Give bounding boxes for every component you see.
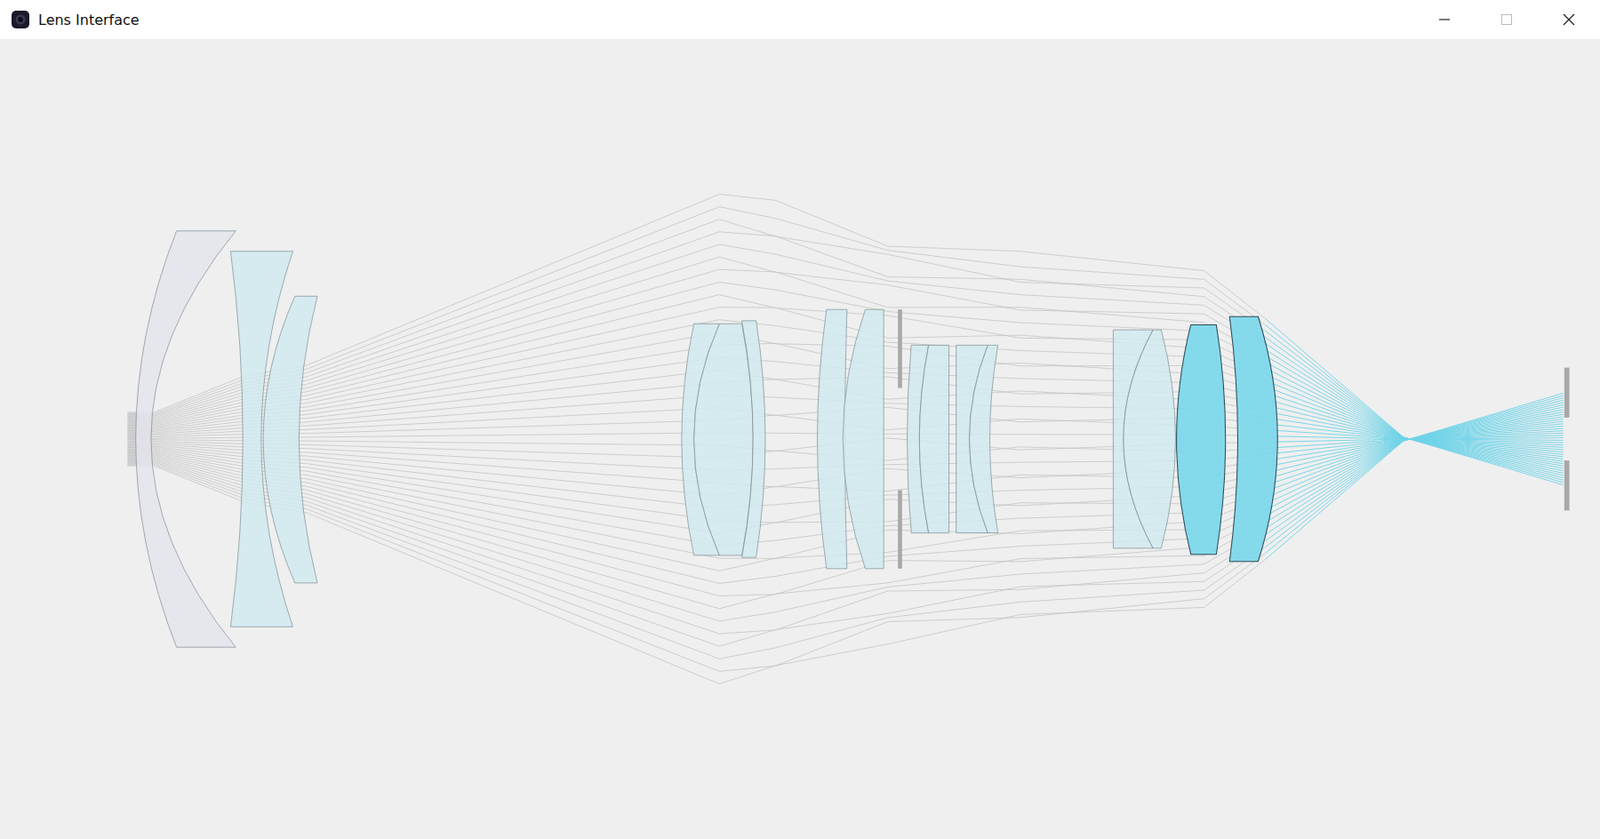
ray — [1264, 432, 1563, 455]
ray — [1264, 319, 1563, 486]
maximize-button[interactable] — [1475, 0, 1538, 40]
ray — [1264, 398, 1563, 548]
ray — [1264, 368, 1563, 466]
ray — [1264, 407, 1563, 523]
minimize-button[interactable] — [1413, 0, 1476, 40]
ray — [1264, 405, 1563, 529]
ray — [1264, 336, 1563, 478]
aperture-stop[interactable] — [897, 489, 903, 568]
app-logo-icon — [10, 9, 31, 30]
window-title: Lens Interface — [38, 11, 1414, 29]
ray — [1264, 431, 1563, 462]
lens-element[interactable] — [969, 344, 999, 533]
ray — [1264, 414, 1563, 504]
lens-elements — [136, 231, 1279, 648]
ray — [1264, 330, 1563, 480]
ray — [1264, 325, 1563, 483]
close-icon — [1561, 12, 1576, 27]
lens-element[interactable] — [136, 231, 236, 648]
optical-layout — [0, 39, 1600, 839]
minimize-icon — [1437, 12, 1452, 27]
lens-element[interactable] — [842, 309, 884, 569]
lens-element[interactable] — [742, 320, 766, 558]
ray — [1264, 421, 1563, 486]
ray-fan — [127, 193, 1563, 684]
lens-element[interactable] — [1229, 316, 1278, 562]
lens-element[interactable] — [694, 323, 754, 556]
ray — [1264, 402, 1563, 536]
lens-element[interactable] — [817, 309, 848, 569]
lens-element[interactable] — [919, 344, 949, 533]
sensor — [1564, 368, 1570, 418]
ray — [1264, 374, 1563, 464]
close-button[interactable] — [1537, 0, 1600, 40]
sensor — [1564, 460, 1570, 511]
lens-canvas[interactable] — [0, 39, 1600, 839]
ray — [1264, 395, 1563, 553]
lens-element[interactable] — [263, 296, 318, 584]
aperture-stop[interactable] — [897, 309, 903, 388]
lens-element[interactable] — [1176, 324, 1226, 554]
ray — [1264, 411, 1563, 450]
ray — [1264, 380, 1563, 462]
title-bar: Lens Interface — [0, 0, 1600, 40]
lens-element[interactable] — [1123, 329, 1176, 549]
ray — [1264, 400, 1563, 541]
maximize-icon — [1499, 12, 1514, 27]
ray — [1264, 428, 1563, 467]
ray — [1264, 419, 1563, 493]
ray — [1264, 392, 1563, 560]
ray — [1264, 416, 1563, 498]
